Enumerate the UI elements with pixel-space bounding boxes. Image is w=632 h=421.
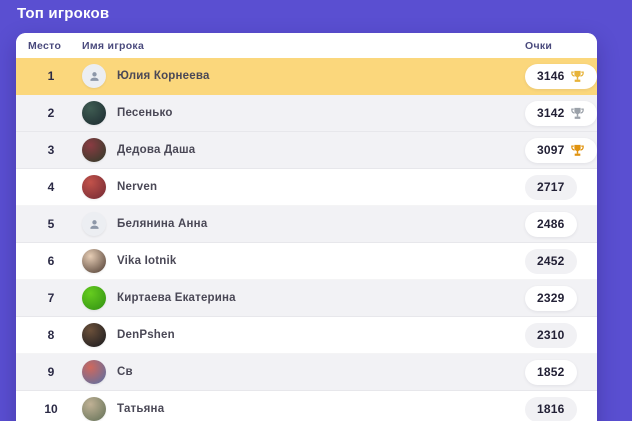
table-row: 4 Nerven 2717	[16, 169, 597, 206]
rank-value: 7	[28, 291, 74, 305]
table-row: 10 Татьяна 1816	[16, 391, 597, 421]
score-badge: 2486	[525, 212, 577, 237]
score-value: 2486	[537, 217, 565, 231]
player-name: DenPshen	[117, 329, 175, 341]
score-cell: 2310	[525, 323, 577, 348]
table-row: 9 Св 1852	[16, 354, 597, 391]
score-cell: 2452	[525, 249, 577, 274]
score-value: 3146	[537, 69, 565, 83]
player-cell: DenPshen	[74, 323, 525, 347]
player-avatar	[82, 360, 106, 384]
score-badge: 1852	[525, 360, 577, 385]
score-badge: 3142	[525, 101, 597, 126]
score-cell: 2486	[525, 212, 577, 237]
score-cell: 3097	[525, 138, 597, 163]
player-avatar	[82, 286, 106, 310]
score-badge: 3097	[525, 138, 597, 163]
score-badge: 2452	[525, 249, 577, 274]
score-cell: 3146	[525, 64, 597, 89]
table-body: 1 Юлия Корнеева 3146	[16, 58, 597, 421]
player-avatar	[82, 175, 106, 199]
rank-value: 2	[28, 106, 74, 120]
player-cell: Св	[74, 360, 525, 384]
column-header-name: Имя игрока	[74, 40, 525, 52]
player-cell: Белянина Анна	[74, 212, 525, 236]
score-cell: 1816	[525, 397, 577, 421]
person-icon	[88, 70, 101, 83]
trophy-icon	[570, 69, 585, 84]
score-value: 3142	[537, 106, 565, 120]
table-row: 5 Белянина Анна 2486	[16, 206, 597, 243]
score-badge: 1816	[525, 397, 577, 421]
table-row: 3 Дедова Даша 3097	[16, 132, 597, 169]
column-header-rank: Место	[28, 40, 74, 52]
leaderboard-card: Место Имя игрока Очки 1 Юлия Корнеева 31…	[16, 33, 597, 421]
score-value: 3097	[537, 143, 565, 157]
player-avatar	[82, 138, 106, 162]
player-name: Белянина Анна	[117, 218, 207, 230]
score-badge: 2717	[525, 175, 577, 200]
player-cell: Vika Iotnik	[74, 249, 525, 273]
table-header: Место Имя игрока Очки	[16, 33, 597, 58]
score-value: 2717	[537, 180, 565, 194]
score-cell: 3142	[525, 101, 597, 126]
player-avatar	[82, 64, 106, 88]
column-header-score: Очки	[525, 40, 583, 52]
score-value: 2329	[537, 291, 565, 305]
player-name: Песенько	[117, 107, 173, 119]
rank-value: 4	[28, 180, 74, 194]
score-cell: 1852	[525, 360, 577, 385]
player-name: Татьяна	[117, 403, 164, 415]
rank-value: 5	[28, 217, 74, 231]
rank-value: 1	[28, 69, 74, 83]
player-cell: Киртаева Екатерина	[74, 286, 525, 310]
player-cell: Татьяна	[74, 397, 525, 421]
player-name: Св	[117, 366, 133, 378]
player-avatar	[82, 397, 106, 421]
player-avatar	[82, 323, 106, 347]
rank-value: 9	[28, 365, 74, 379]
player-avatar	[82, 101, 106, 125]
player-cell: Дедова Даша	[74, 138, 525, 162]
score-cell: 2329	[525, 286, 577, 311]
trophy-icon	[570, 106, 585, 121]
table-row: 1 Юлия Корнеева 3146	[16, 58, 597, 95]
score-cell: 2717	[525, 175, 577, 200]
page-title: Топ игроков	[17, 5, 109, 22]
rank-value: 10	[28, 402, 74, 416]
player-cell: Nerven	[74, 175, 525, 199]
score-badge: 3146	[525, 64, 597, 89]
rank-value: 8	[28, 328, 74, 342]
player-name: Киртаева Екатерина	[117, 292, 236, 304]
player-name: Nerven	[117, 181, 157, 193]
player-name: Юлия Корнеева	[117, 70, 210, 82]
score-value: 1852	[537, 365, 565, 379]
rank-value: 3	[28, 143, 74, 157]
rank-value: 6	[28, 254, 74, 268]
player-avatar	[82, 212, 106, 236]
score-value: 2310	[537, 328, 565, 342]
table-row: 8 DenPshen 2310	[16, 317, 597, 354]
table-row: 7 Киртаева Екатерина 2329	[16, 280, 597, 317]
player-name: Vika Iotnik	[117, 255, 177, 267]
player-cell: Песенько	[74, 101, 525, 125]
score-value: 1816	[537, 402, 565, 416]
person-icon	[88, 218, 101, 231]
score-value: 2452	[537, 254, 565, 268]
table-row: 6 Vika Iotnik 2452	[16, 243, 597, 280]
trophy-icon	[570, 143, 585, 158]
score-badge: 2329	[525, 286, 577, 311]
player-avatar	[82, 249, 106, 273]
player-name: Дедова Даша	[117, 144, 195, 156]
table-row: 2 Песенько 3142	[16, 95, 597, 132]
player-cell: Юлия Корнеева	[74, 64, 525, 88]
score-badge: 2310	[525, 323, 577, 348]
